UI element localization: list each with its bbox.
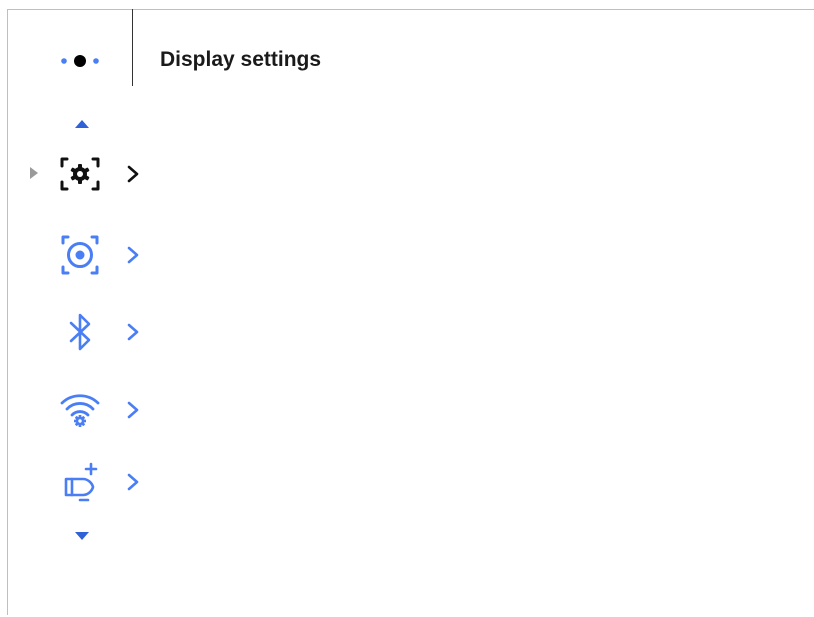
page-dot-2-active <box>74 55 86 67</box>
header-divider <box>132 9 133 86</box>
page-indicator <box>61 55 99 67</box>
frame-left-border <box>7 9 8 615</box>
scroll-down-arrow-icon[interactable] <box>75 532 89 540</box>
chevron-right-icon <box>127 165 139 183</box>
wifi-settings-icon <box>60 394 100 427</box>
menu-item-bluetooth[interactable] <box>55 308 155 356</box>
page-title: Display settings <box>160 48 322 71</box>
frame-top-border <box>7 9 814 10</box>
scroll-up-arrow-icon[interactable] <box>75 120 89 128</box>
chevron-right-icon <box>127 401 139 419</box>
chevron-right-icon <box>127 246 139 264</box>
page-dot-3 <box>93 58 99 64</box>
bluetooth-icon <box>69 313 91 351</box>
menu-item-ammo-add[interactable] <box>55 458 155 506</box>
chevron-right-icon <box>127 323 139 341</box>
display-settings-icon <box>60 157 100 191</box>
focus-target-icon <box>61 235 99 275</box>
menu-item-focus-target[interactable] <box>55 231 155 279</box>
menu-item-wifi-settings[interactable] <box>55 386 155 434</box>
menu-item-display-settings[interactable] <box>55 150 155 198</box>
page-dot-1 <box>61 58 67 64</box>
selection-pointer-icon <box>30 167 38 179</box>
chevron-right-icon <box>127 473 139 491</box>
ammo-add-icon <box>64 462 98 502</box>
